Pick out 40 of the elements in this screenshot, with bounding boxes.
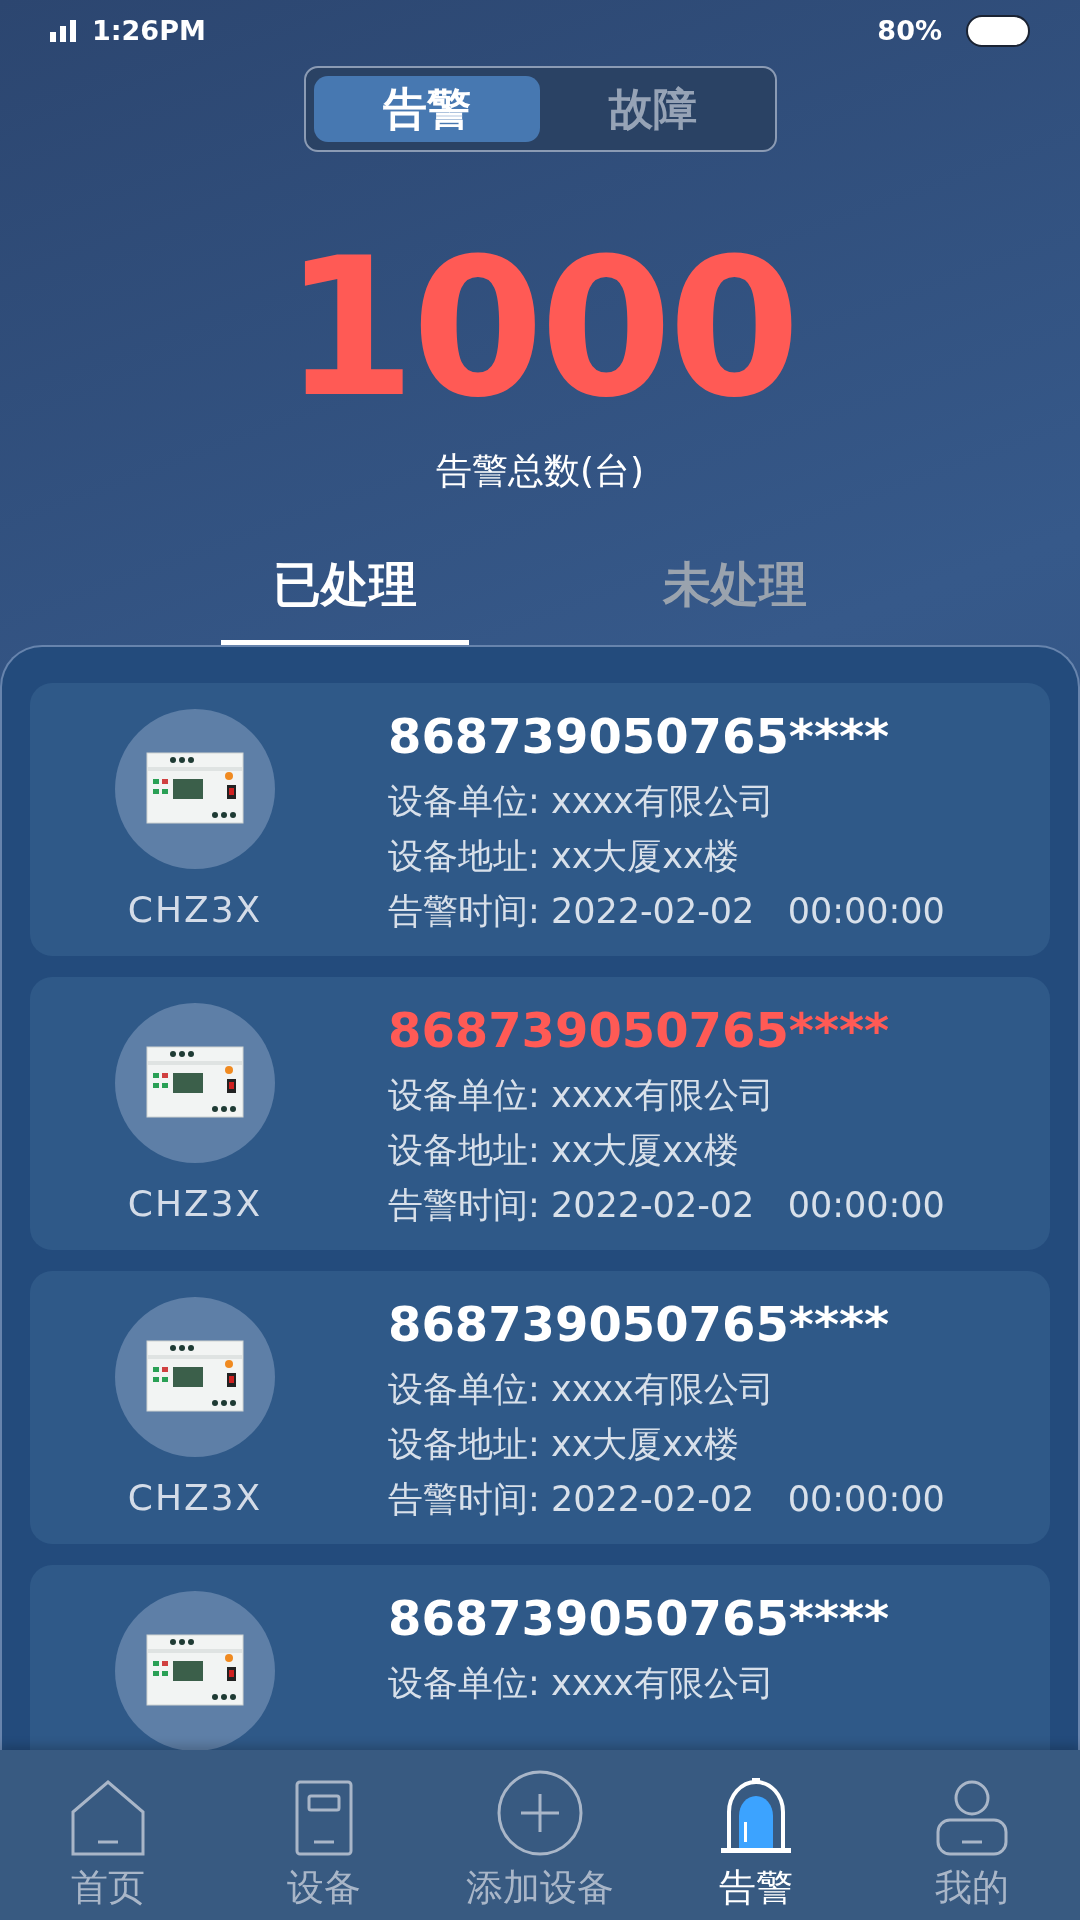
add-icon <box>497 1770 583 1856</box>
battery-icon <box>966 15 1030 47</box>
nav-item[interactable]: 首页 <box>13 1768 203 1916</box>
mode-tab[interactable]: 告警 <box>313 76 540 142</box>
alarm-card[interactable]: CHZ3X 868739050765**** 设备单位: xxxx有限公司 设备地址: xx大厦xx楼 告警时间: 2022-02-02 00:00:00 <box>30 977 1050 1250</box>
home-icon <box>71 1780 145 1856</box>
device-model: CHZ3X <box>127 888 263 932</box>
device-unit: 设备单位: xxxx有限公司 <box>388 1078 775 1114</box>
alarm-time: 告警时间: 2022-02-02 00:00:00 <box>388 1482 945 1518</box>
device-id: 868739050765**** <box>388 1591 890 1647</box>
alarm-time: 告警时间: 2022-02-02 00:00:00 <box>388 894 945 930</box>
signal-icon <box>50 20 76 42</box>
nav-item[interactable]: 我的 <box>877 1768 1067 1916</box>
device-id: 868739050765**** <box>388 1297 891 1353</box>
device-address: 设备地址: xx大厦xx楼 <box>388 839 740 875</box>
alarm-count-label: 告警总数(台) <box>435 449 645 493</box>
device-unit: 设备单位: xxxx有限公司 <box>388 1372 775 1408</box>
nav-item[interactable]: 告警 <box>661 1768 851 1916</box>
device-unit: 设备单位: xxxx有限公司 <box>388 784 775 820</box>
device-icon <box>295 1780 353 1856</box>
device-address: 设备地址: xx大厦xx楼 <box>388 1427 740 1463</box>
nav-item[interactable]: 添加设备 <box>445 1768 635 1916</box>
alarm-count: 1000 <box>282 234 798 424</box>
mode-tab[interactable]: 故障 <box>540 76 767 142</box>
device-model: CHZ3X <box>127 1476 263 1520</box>
status-time: 1:26PM <box>92 13 206 48</box>
alarm-card[interactable]: 868739050765**** 设备单位: xxxx有限公司 <box>30 1565 1050 1750</box>
device-id: 868739050765**** <box>388 1003 891 1059</box>
alarm-time: 告警时间: 2022-02-02 00:00:00 <box>388 1188 945 1224</box>
alarm-card[interactable]: CHZ3X 868739050765**** 设备单位: xxxx有限公司 设备地址: xx大厦xx楼 告警时间: 2022-02-02 00:00:00 <box>30 683 1050 956</box>
device-address: 设备地址: xx大厦xx楼 <box>388 1133 740 1169</box>
device-id: 868739050765**** <box>388 709 891 765</box>
device-unit: 设备单位: xxxx有限公司 <box>388 1666 775 1702</box>
status-tab[interactable]: 未处理 <box>611 548 859 645</box>
battery-percent: 80% <box>877 13 942 48</box>
device-model: CHZ3X <box>127 1182 263 1226</box>
alarm-card[interactable]: CHZ3X 868739050765**** 设备单位: xxxx有限公司 设备地址: xx大厦xx楼 告警时间: 2022-02-02 00:00:00 <box>30 1271 1050 1544</box>
alarm-light-icon <box>719 1776 793 1856</box>
nav-item[interactable]: 设备 <box>229 1768 419 1916</box>
user-icon <box>936 1780 1008 1856</box>
